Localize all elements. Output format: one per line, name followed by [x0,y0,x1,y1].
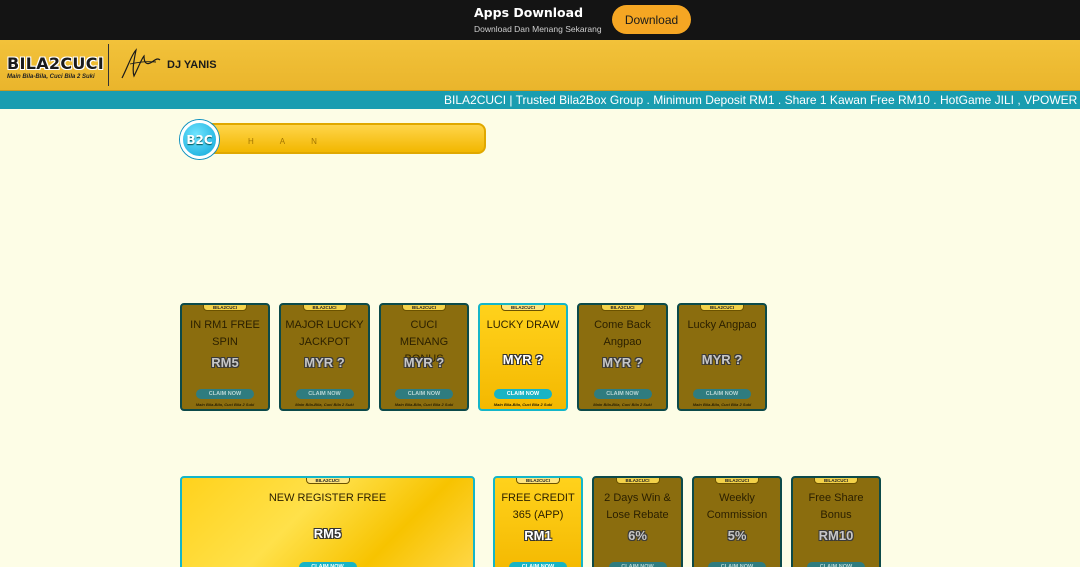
app-download-bar: Apps Download Download Dan Menang Sekara… [0,0,1080,40]
card-badge: BILA2CUCI [600,305,645,311]
card-title: Weekly Commission [706,492,768,521]
promo-card-free-spin[interactable]: BILA2CUCI IN RM1 FREE SPIN RM5 CLAIM NOW… [180,303,270,411]
ambassador-name: DJ YANIS [167,59,217,71]
card-value: 5% [727,528,747,543]
marquee-banner: HAN [200,123,486,154]
card-badge: BILA2CUCI [700,305,744,311]
card-badge: BILA2CUCI [516,478,560,484]
claim-now-button[interactable]: CLAIM NOW [509,562,567,567]
card-badge: BILA2CUCI [302,305,347,311]
claim-now-button[interactable]: CLAIM NOW [298,562,357,567]
card-badge: BILA2CUCI [402,305,446,311]
card-value: MYR ? [602,355,643,370]
claim-now-button[interactable]: CLAIM NOW [708,562,766,567]
card-value: MYR ? [701,352,743,367]
claim-now-button[interactable]: CLAIM NOW [295,389,354,399]
signature-icon [121,48,161,79]
announcement-ticker: BILA2CUCI | Trusted Bila2Box Group . Min… [0,91,1080,109]
app-download-subtitle: Download Dan Menang Sekarang [474,24,602,34]
promo-card-major-lucky-jackpot[interactable]: BILA2CUCI MAJOR LUCKY JACKPOT MYR ? CLAI… [279,303,370,411]
card-value: MYR ? [502,352,544,367]
promo-card-lucky-draw[interactable]: BILA2CUCI LUCKY DRAW MYR ? CLAIM NOW Mai… [478,303,568,411]
site-logo[interactable]: BILA2CUCI Main Bila-Bila, Cuci Bila 2 Su… [7,54,104,80]
card-value: RM10 [818,528,854,543]
claim-now-button[interactable]: CLAIM NOW [593,389,652,399]
card-footer: Main Bila-Bila, Cuci Bila 2 Suki [295,402,354,407]
b2c-badge-icon: B2C [180,120,219,159]
card-value: MYR ? [304,355,345,370]
card-footer: Main Bila-Bila, Cuci Bila 2 Suki [195,402,255,407]
claim-now-button[interactable]: CLAIM NOW [807,562,865,567]
card-title: NEW REGISTER FREE [268,492,387,504]
card-value: 6% [628,528,647,543]
card-badge: BILA2CUCI [615,478,660,484]
card-badge: BILA2CUCI [814,478,858,484]
card-title: LUCKY DRAW [486,319,560,331]
banner-letters: HAN [248,137,343,146]
site-header: BILA2CUCI Main Bila-Bila, Cuci Bila 2 Su… [0,40,1080,91]
logo-text: BILA2CUCI [7,54,104,73]
card-title: 2 Days Win & Lose Rebate [604,492,671,521]
card-title: IN RM1 FREE SPIN [190,319,260,348]
download-button[interactable]: Download [612,5,691,34]
card-value: RM5 [211,355,239,370]
card-title: FREE CREDIT 365 (APP) [501,492,575,521]
card-title: Come Back Angpao [594,319,651,348]
promo-card-free-share-bonus[interactable]: BILA2CUCI Free Share Bonus RM10 CLAIM NO… [791,476,881,567]
card-value: RM1 [524,528,552,543]
logo-tagline: Main Bila-Bila, Cuci Bila 2 Suki [7,74,95,80]
card-title: Lucky Angpao [687,319,757,331]
promo-card-lucky-angpao[interactable]: BILA2CUCI Lucky Angpao MYR ? CLAIM NOW M… [677,303,767,411]
app-download-title: Apps Download [474,5,584,20]
card-badge: BILA2CUCI [715,478,759,484]
card-value: MYR ? [403,355,445,370]
claim-now-button[interactable]: CLAIM NOW [395,389,453,399]
promo-card-free-credit-365[interactable]: BILA2CUCI FREE CREDIT 365 (APP) RM1 CLAI… [493,476,583,567]
card-badge: BILA2CUCI [305,478,350,484]
claim-now-button[interactable]: CLAIM NOW [693,389,751,399]
ticker-text: BILA2CUCI | Trusted Bila2Box Group . Min… [444,93,1080,107]
card-footer: Main Bila-Bila, Cuci Bila 2 Suki [394,402,454,407]
promo-card-new-register-free[interactable]: BILA2CUCI NEW REGISTER FREE RM5 CLAIM NO… [180,476,475,567]
card-title: MAJOR LUCKY JACKPOT [285,319,364,348]
card-title: Free Share Bonus [808,492,864,521]
promo-card-cuci-menang-bonus[interactable]: BILA2CUCI CUCI MENANG BONUS MYR ? CLAIM … [379,303,469,411]
header-divider [108,44,109,86]
card-badge: BILA2CUCI [501,305,545,311]
card-footer: Main Bila-Bila, Cuci Bila 2 Suki [493,402,553,407]
claim-now-button[interactable]: CLAIM NOW [196,389,254,399]
card-footer: Main Bila-Bila, Cuci Bila 2 Suki [593,402,652,407]
card-footer: Main Bila-Bila, Cuci Bila 2 Suki [692,402,752,407]
claim-now-button[interactable]: CLAIM NOW [608,562,667,567]
promo-card-weekly-commission[interactable]: BILA2CUCI Weekly Commission 5% CLAIM NOW [692,476,782,567]
claim-now-button[interactable]: CLAIM NOW [494,389,552,399]
promo-card-win-lose-rebate[interactable]: BILA2CUCI 2 Days Win & Lose Rebate 6% CL… [592,476,683,567]
card-value: RM5 [313,526,342,541]
promo-card-come-back-angpao[interactable]: BILA2CUCI Come Back Angpao MYR ? CLAIM N… [577,303,668,411]
card-badge: BILA2CUCI [203,305,247,311]
